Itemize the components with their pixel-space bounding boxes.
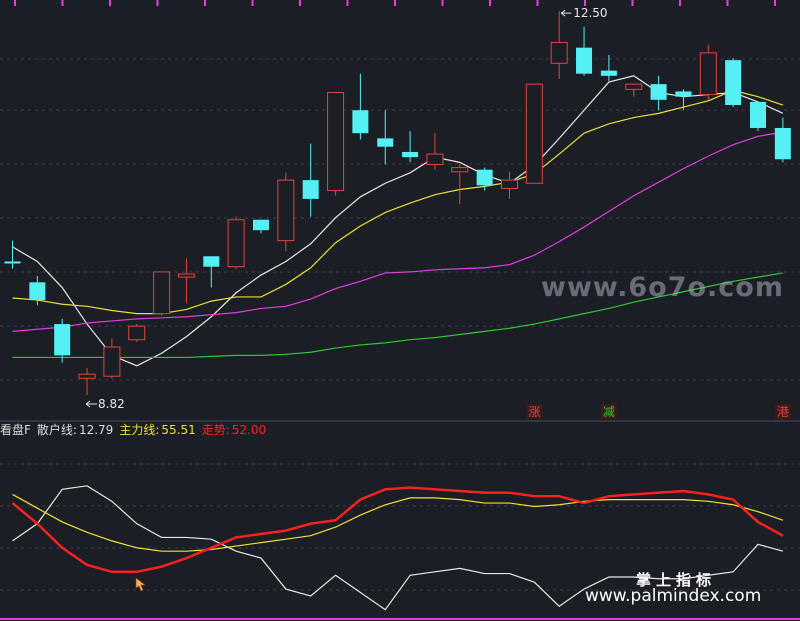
trend-line-value: 52.00 [231, 423, 267, 437]
main-force-line-label: 主力线: [119, 423, 160, 437]
candle-body [377, 138, 394, 147]
candle-body [576, 47, 593, 74]
indicator-line [11, 486, 784, 574]
candle-body [476, 169, 493, 186]
candle-body [29, 282, 46, 301]
candle-body [153, 271, 171, 315]
candle-body [128, 325, 146, 341]
candle-body [750, 101, 766, 128]
candle-body [277, 179, 295, 242]
candle-body [525, 83, 543, 184]
candle-body [327, 91, 345, 192]
hand-cursor-icon [135, 577, 146, 592]
trend-line-label: 走势: [201, 423, 230, 437]
indicator-name: 看盘F [0, 423, 31, 437]
candle-body [774, 127, 791, 160]
candle-body [725, 60, 742, 106]
candle-body [625, 83, 643, 90]
site-watermark: www.6o7o.com [541, 272, 784, 303]
indicator-legend: 看盘F 散户线: 12.79 主力线: 55.51 走势: 52.00 [0, 421, 272, 439]
signal-label: 涨 [528, 404, 540, 419]
low-price-arrow [85, 400, 98, 408]
candle-body [302, 180, 319, 199]
signal-label: 港 [777, 405, 789, 419]
candle-body [54, 324, 71, 356]
high-price-arrow [560, 9, 572, 17]
candle-body [600, 70, 617, 76]
main-force-line-value: 55.51 [161, 423, 196, 437]
low-price-label: 8.82 [98, 397, 125, 411]
candle-body [501, 179, 518, 189]
moving-average-line [12, 75, 784, 367]
signal-label: 减 [603, 405, 615, 419]
candle-body [402, 151, 419, 158]
candle-body [177, 273, 195, 278]
candle-body [203, 256, 220, 267]
candle-body [650, 84, 667, 100]
candle-body [4, 261, 21, 264]
url-watermark: www.palmindex.com [585, 586, 762, 606]
candle-body [103, 346, 121, 377]
candle-body [352, 110, 369, 134]
candle-body [451, 167, 469, 173]
retail-line-label: 散户线: [36, 423, 77, 437]
high-price-label: 12.50 [573, 6, 607, 20]
stock-chart-svg: 12.50 8.82 涨 减 港 [0, 0, 800, 620]
candle-body [253, 219, 269, 231]
indicator-line [12, 493, 784, 552]
retail-line-value: 12.79 [78, 423, 114, 437]
candle-body [78, 373, 96, 379]
candle-body [550, 41, 568, 64]
candle-body [699, 52, 717, 96]
kline-chart-stage: 12.50 8.82 涨 减 港 看盘F 散户线: 12.79 主力线: 55.51 走势: 52.… [0, 0, 800, 621]
candle-body [675, 91, 692, 97]
candle-body [227, 219, 245, 268]
candle-body [426, 153, 444, 165]
